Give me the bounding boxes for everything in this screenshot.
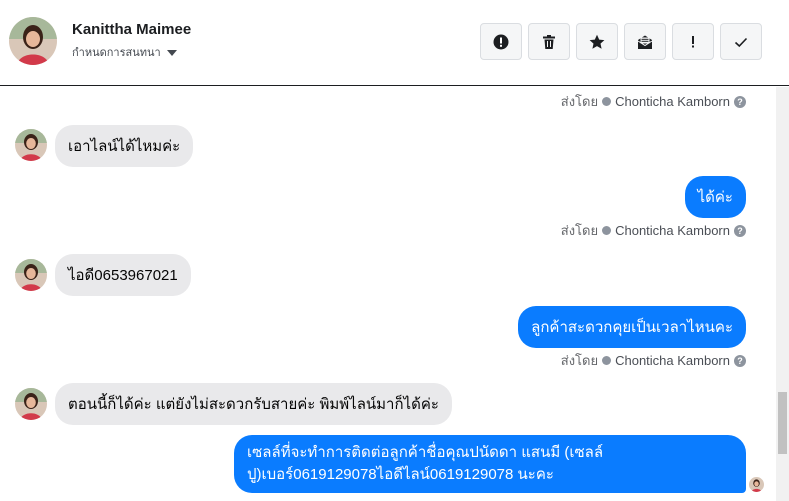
sent-by-name[interactable]: Chonticha Kamborn bbox=[615, 353, 730, 368]
contact-avatar[interactable] bbox=[9, 17, 57, 65]
star-icon bbox=[589, 34, 605, 49]
outgoing-message[interactable]: เซลล์ที่จะทำการติดต่อลูกค้าชื่อคุณปนัดดา… bbox=[234, 435, 746, 493]
star-button[interactable] bbox=[576, 23, 618, 60]
sent-by-line: ส่งโดย Chonticha Kamborn ? bbox=[561, 350, 746, 371]
sent-by-prefix: ส่งโดย bbox=[560, 223, 599, 238]
read-receipt-avatar bbox=[749, 477, 764, 492]
incoming-message[interactable]: เอาไลน์ได้ไหมค่ะ bbox=[55, 125, 194, 167]
message-thread[interactable]: ส่งโดย Chonticha Kamborn ? เอาไลน์ได้ไหม… bbox=[0, 87, 776, 501]
mark-unread-icon bbox=[637, 35, 653, 49]
sender-avatar[interactable] bbox=[15, 388, 47, 420]
sent-check-icon bbox=[602, 97, 612, 106]
sent-check-icon bbox=[602, 356, 612, 365]
follow-up-button[interactable] bbox=[672, 23, 714, 60]
caret-down-icon bbox=[166, 49, 177, 56]
sender-avatar[interactable] bbox=[15, 259, 47, 291]
incoming-message[interactable]: ไอดี0653967021 bbox=[55, 254, 191, 296]
trash-icon bbox=[543, 34, 555, 49]
sender-avatar[interactable] bbox=[15, 129, 47, 161]
sent-by-prefix: ส่งโดย bbox=[560, 353, 599, 368]
sent-by-name[interactable]: Chonticha Kamborn bbox=[615, 223, 730, 238]
sent-by-name[interactable]: Chonticha Kamborn bbox=[615, 94, 730, 109]
scrollbar-thumb[interactable] bbox=[778, 392, 787, 454]
conversation-header: Kanittha Maimee กำหนดการสนทนา bbox=[0, 0, 789, 86]
outgoing-message[interactable]: ลูกค้าสะดวกคุยเป็นเวลาไหนคะ bbox=[518, 306, 746, 348]
spam-icon bbox=[493, 34, 509, 49]
sent-by-line: ส่งโดย Chonticha Kamborn ? bbox=[561, 91, 746, 112]
follow-up-icon bbox=[692, 35, 694, 47]
assign-conversation-dropdown[interactable]: กำหนดการสนทนา bbox=[72, 43, 177, 61]
mark-done-button[interactable] bbox=[720, 23, 762, 60]
help-icon[interactable]: ? bbox=[734, 224, 746, 237]
mark-unread-button[interactable] bbox=[624, 23, 666, 60]
contact-name[interactable]: Kanittha Maimee bbox=[72, 21, 191, 38]
mark-spam-button[interactable] bbox=[480, 23, 522, 60]
sent-check-icon bbox=[602, 226, 612, 235]
delete-button[interactable] bbox=[528, 23, 570, 60]
sent-by-line: ส่งโดย Chonticha Kamborn ? bbox=[561, 220, 746, 241]
done-icon bbox=[734, 37, 748, 47]
incoming-message[interactable]: ตอนนี้ก็ได้ค่ะ แต่ยังไม่สะดวกรับสายค่ะ พ… bbox=[55, 383, 452, 425]
sent-by-prefix: ส่งโดย bbox=[560, 94, 599, 109]
assign-conversation-label: กำหนดการสนทนา bbox=[72, 47, 161, 59]
outgoing-message[interactable]: ได้ค่ะ bbox=[684, 176, 746, 218]
help-icon[interactable]: ? bbox=[734, 95, 746, 108]
help-icon[interactable]: ? bbox=[734, 354, 746, 367]
